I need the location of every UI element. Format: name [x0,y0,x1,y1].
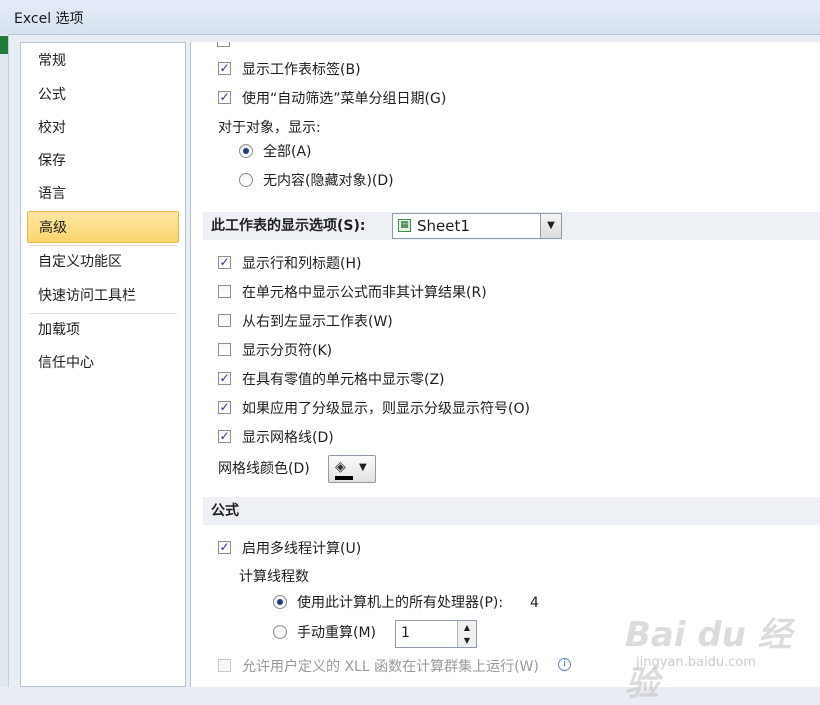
nav-item-quick-access-toolbar[interactable]: 快速访问工具栏 [27,280,179,312]
option-label: 显示分页符(K) [242,343,333,359]
option-label: 显示网格线(D) [242,430,334,446]
nav-item-trust-center[interactable]: 信任中心 [27,347,179,379]
right-to-left-checkbox[interactable] [218,314,231,327]
option-label: 显示行和列标题(H) [242,256,362,272]
option-label: 使用“自动筛选”菜单分组日期(G) [242,91,447,107]
page-breaks-checkbox[interactable] [218,343,231,356]
options-content: ✓ 显示工作表标签(B) ✓ 使用“自动筛选”菜单分组日期(G) 对于对象，显示… [190,42,820,687]
outline-symbols-checkbox[interactable]: ✓ [218,401,231,414]
objects-all-radio[interactable] [239,144,253,158]
threads-label: 计算线程数 [239,569,309,585]
window-title: Excel 选项 [14,11,84,27]
sheet-select[interactable]: ▦ Sheet1 ▼ [392,213,562,239]
stepper-buttons: ▲ ▼ [457,621,476,647]
xll-checkbox [218,659,231,672]
radio-selected-dot [243,148,249,154]
nav-item-add-ins[interactable]: 加载项 [27,314,179,346]
color-swatch [335,476,353,480]
option-label: 允许用户定义的 XLL 函数在计算群集上运行(W) [242,659,539,675]
show-headers-checkbox[interactable]: ✓ [218,256,231,269]
option-label: 如果应用了分级显示，则显示分级显示符号(O) [242,401,530,417]
objects-none-radio[interactable] [239,173,253,187]
nav-item-formulas[interactable]: 公式 [27,79,179,111]
sheet-select-value: Sheet1 [417,217,470,235]
show-formulas-checkbox[interactable] [218,285,231,298]
chevron-down-icon[interactable]: ▼ [540,214,561,238]
radio-selected-dot [277,599,283,605]
nav-item-save[interactable]: 保存 [27,145,179,177]
nav-item-general[interactable]: 常规 [27,45,179,77]
option-label: 在单元格中显示公式而非其计算结果(R) [242,285,487,301]
section-title: 此工作表的显示选项(S): [211,218,366,234]
manual-threads-radio[interactable] [273,625,287,639]
option-label: 在具有零值的单元格中显示零(Z) [242,372,445,388]
excel-logo-icon [0,36,8,54]
options-nav: 常规 公式 校对 保存 语言 高级 自定义功能区 快速访问工具栏 加载项 信任中… [20,42,186,687]
option-label: 手动重算(M) [297,625,377,641]
nav-item-advanced[interactable]: 高级 [27,211,179,243]
clipped-option-row [217,42,357,48]
gridlines-checkbox[interactable]: ✓ [218,430,231,443]
option-label: 启用多线程计算(U) [242,541,362,557]
section-title: 公式 [211,503,239,519]
show-sheet-tabs-checkbox[interactable]: ✓ [218,62,231,75]
chevron-down-icon[interactable]: ▼ [458,634,476,647]
thread-count-value: 1 [401,625,410,641]
paint-bucket-icon: ◈ [335,459,346,475]
thread-count-stepper[interactable]: 1 ▲ ▼ [395,620,477,648]
nav-item-language[interactable]: 语言 [27,178,179,210]
watermark-url: jingyan.baidu.com [636,655,756,670]
chevron-down-icon: ▼ [359,462,367,473]
processor-count: 4 [530,595,539,611]
option-label: 使用此计算机上的所有处理器(P): [297,595,504,611]
checkbox [217,42,230,47]
gridline-color-label: 网格线颜色(D) [218,461,310,477]
info-icon[interactable]: i [558,658,571,671]
nav-item-customize-ribbon[interactable]: 自定义功能区 [27,246,179,278]
all-processors-radio[interactable] [273,595,287,609]
option-label: 无内容(隐藏对象)(D) [263,173,394,189]
option-label: 显示工作表标签(B) [242,62,361,78]
nav-item-proofing[interactable]: 校对 [27,112,179,144]
group-dates-checkbox[interactable]: ✓ [218,91,231,104]
formulas-section-header: 公式 [203,497,820,525]
chevron-up-icon[interactable]: ▲ [458,621,476,635]
multithread-checkbox[interactable]: ✓ [218,541,231,554]
option-label: 全部(A) [263,144,312,160]
background-app-edge [0,34,9,687]
option-label: 从右到左显示工作表(W) [242,314,393,330]
gridline-color-button[interactable]: ◈ ▼ [328,455,376,483]
worksheet-icon: ▦ [398,219,411,232]
show-zero-checkbox[interactable]: ✓ [218,372,231,385]
title-bar: Excel 选项 [0,0,820,35]
objects-label: 对于对象，显示: [218,120,321,136]
